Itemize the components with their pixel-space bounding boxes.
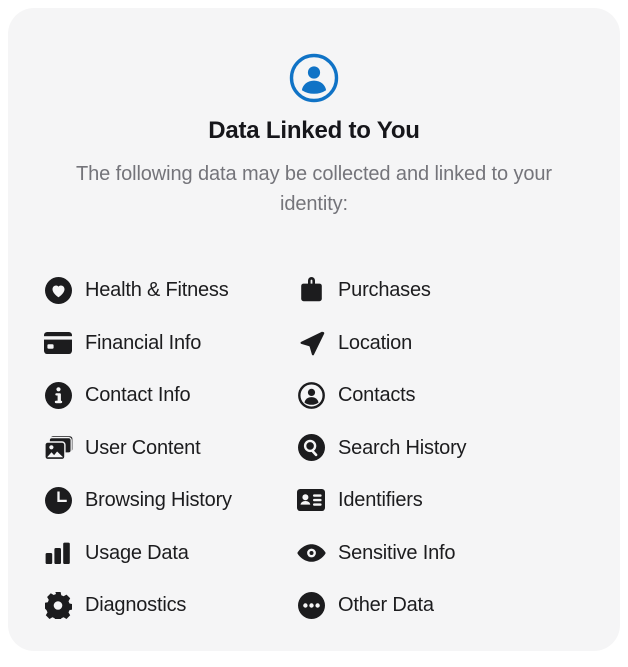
category-label: Usage Data [85, 541, 189, 564]
data-linked-to-you-card: Data Linked to You The following data ma… [8, 8, 620, 651]
data-category-grid: Health & Fitness Purchases Financial Inf… [8, 264, 620, 632]
magnifier-circle-icon [296, 433, 326, 463]
category-item-usage-data: Usage Data [8, 527, 286, 580]
bar-chart-icon [43, 538, 73, 568]
category-label: Health & Fitness [85, 279, 229, 302]
category-label: Sensitive Info [338, 541, 456, 564]
ellipsis-circle-icon [296, 590, 326, 620]
eye-icon [296, 538, 326, 568]
navigation-arrow-icon [296, 328, 326, 358]
category-item-sensitive-info: Sensitive Info [286, 527, 564, 580]
heart-circle-icon [43, 275, 73, 305]
photo-stack-icon [43, 433, 73, 463]
category-label: Diagnostics [85, 594, 187, 617]
category-label: Identifiers [338, 489, 423, 512]
category-item-contact-info: Contact Info [8, 369, 286, 422]
info-circle-icon [43, 380, 73, 410]
category-item-purchases: Purchases [286, 264, 564, 317]
category-label: Other Data [338, 594, 434, 617]
person-circle-icon [289, 53, 339, 103]
category-item-financial-info: Financial Info [8, 317, 286, 370]
category-label: Purchases [338, 279, 431, 302]
category-item-health-fitness: Health & Fitness [8, 264, 286, 317]
category-item-user-content: User Content [8, 422, 286, 475]
shopping-bag-icon [296, 275, 326, 305]
category-label: Contact Info [85, 384, 191, 407]
gear-icon [43, 590, 73, 620]
category-label: Browsing History [85, 489, 232, 512]
category-label: Financial Info [85, 331, 202, 354]
category-label: Search History [338, 436, 467, 459]
category-item-diagnostics: Diagnostics [8, 579, 286, 632]
category-item-location: Location [286, 317, 564, 370]
category-label: User Content [85, 436, 201, 459]
category-item-browsing-history: Browsing History [8, 474, 286, 527]
category-item-other-data: Other Data [286, 579, 564, 632]
category-label: Location [338, 331, 413, 354]
category-item-identifiers: Identifiers [286, 474, 564, 527]
category-item-search-history: Search History [286, 422, 564, 475]
category-label: Contacts [338, 384, 416, 407]
page-title: Data Linked to You [208, 117, 420, 144]
card-header: Data Linked to You The following data ma… [8, 8, 620, 219]
category-item-contacts: Contacts [286, 369, 564, 422]
id-card-icon [296, 485, 326, 515]
clock-icon [43, 485, 73, 515]
person-circle-icon [296, 380, 326, 410]
card-subtitle: The following data may be collected and … [76, 163, 552, 215]
credit-card-icon [43, 328, 73, 358]
